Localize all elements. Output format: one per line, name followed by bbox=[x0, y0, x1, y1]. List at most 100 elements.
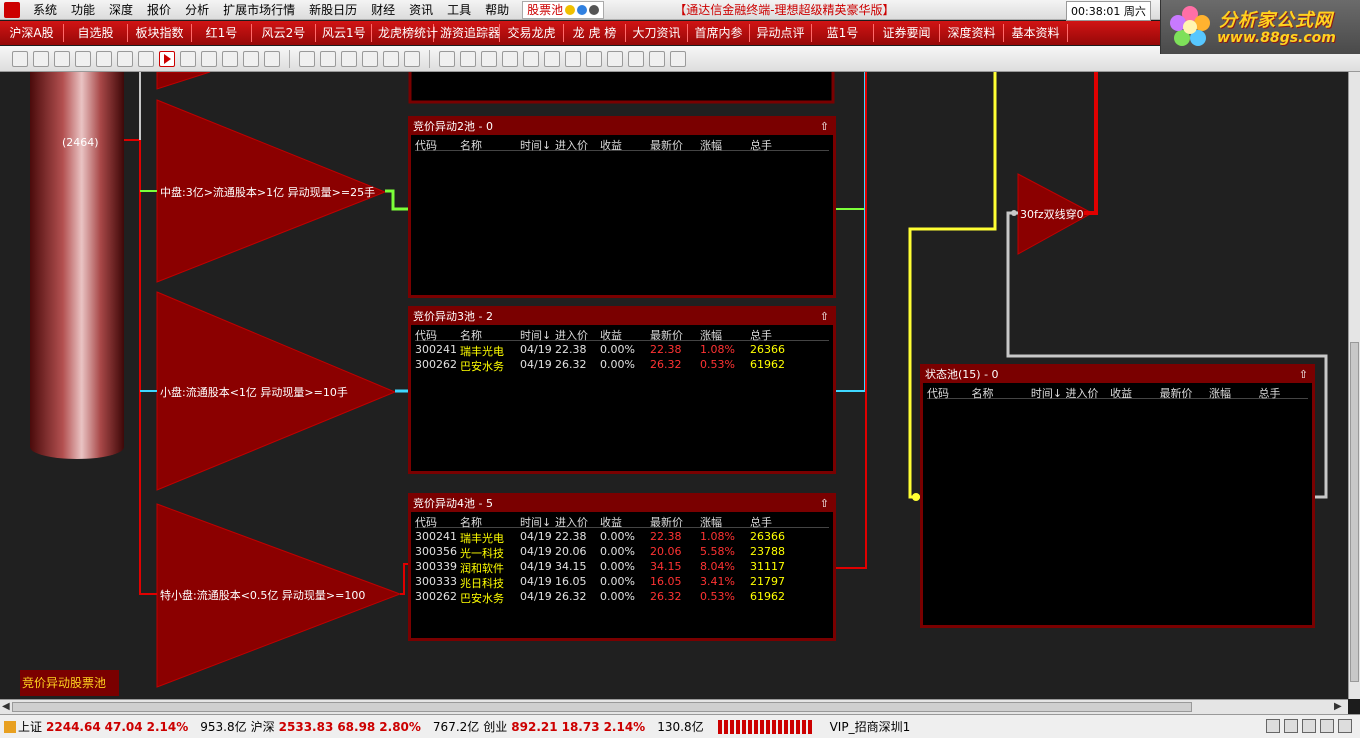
expand-arrow-icon[interactable]: ⇧ bbox=[820, 496, 829, 512]
new-doc-icon[interactable] bbox=[12, 50, 28, 67]
pool-caption[interactable]: 竞价异动股票池 bbox=[20, 670, 119, 696]
diamond-tool-icon[interactable] bbox=[404, 50, 420, 67]
align-center-icon[interactable] bbox=[523, 50, 539, 67]
same-width-icon[interactable] bbox=[628, 50, 644, 67]
col-change[interactable]: 涨幅 bbox=[700, 514, 750, 529]
menu-function[interactable]: 功能 bbox=[64, 1, 102, 18]
pool-panel-4[interactable]: 竞价异动4池 - 5 ⇧ 代码 名称 时间↓ 进入价 收益 最新价 涨幅 总手 … bbox=[408, 493, 836, 641]
status-pool-panel[interactable]: 状态池(15) - 0 ⇧ 代码 名称 时间↓ 进入价 收益 最新价 涨幅 总手 bbox=[920, 364, 1315, 628]
col-volume[interactable]: 总手 bbox=[750, 327, 800, 342]
pool-dot-2-icon[interactable] bbox=[577, 4, 588, 15]
menu-info[interactable]: 资讯 bbox=[402, 1, 440, 18]
align-bottom-icon[interactable] bbox=[607, 50, 623, 67]
group-tool-icon[interactable] bbox=[264, 50, 280, 67]
flow-canvas[interactable]: (2464) 中盘:3亿>流通股本>1亿 异动现量>=25手 小盘:流通股本<1… bbox=[0, 72, 1348, 699]
col-last[interactable]: 最新价 bbox=[650, 327, 700, 342]
node-micro-cap[interactable]: 特小盘:流通股本<0.5亿 异动现量>=100 bbox=[160, 587, 365, 603]
network-icon[interactable] bbox=[1320, 719, 1334, 733]
col-code[interactable]: 代码 bbox=[415, 327, 460, 342]
pointer-tool-icon[interactable] bbox=[159, 50, 175, 67]
help-icon[interactable] bbox=[1338, 719, 1352, 733]
tab-fengyun-2[interactable]: 风云2号 bbox=[252, 24, 316, 42]
arrow-tool-icon[interactable] bbox=[243, 50, 259, 67]
pause-icon[interactable] bbox=[117, 50, 133, 67]
tab-lhb-stats[interactable]: 龙虎榜统计 bbox=[372, 24, 438, 42]
tab-anomaly-review[interactable]: 异动点评 bbox=[750, 24, 812, 42]
menu-help[interactable]: 帮助 bbox=[478, 1, 516, 18]
col-return[interactable]: 收益 bbox=[600, 137, 650, 152]
tab-sector-index[interactable]: 板块指数 bbox=[128, 24, 192, 42]
col-return[interactable]: 收益 bbox=[1110, 385, 1159, 400]
text-tool-icon[interactable] bbox=[299, 50, 315, 67]
pool-panel-2[interactable]: 竞价异动2池 - 0 ⇧ 代码 名称 时间↓ 进入价 收益 最新价 涨幅 总手 bbox=[408, 116, 836, 298]
col-time[interactable]: 时间↓ bbox=[520, 327, 555, 342]
tab-lhb[interactable]: 龙 虎 榜 bbox=[564, 24, 626, 42]
col-code[interactable]: 代码 bbox=[415, 137, 460, 152]
scroll-left-icon[interactable]: ◀ bbox=[2, 701, 10, 712]
rect-tool-icon[interactable] bbox=[341, 50, 357, 67]
align-left-icon[interactable] bbox=[502, 50, 518, 67]
col-time[interactable]: 时间↓ bbox=[520, 514, 555, 529]
expand-arrow-icon[interactable]: ⇧ bbox=[820, 119, 829, 135]
horizontal-scroll-thumb[interactable] bbox=[12, 702, 1192, 712]
list-tool-icon[interactable] bbox=[201, 50, 217, 67]
table-row[interactable]: 300241 瑞丰光电 04/19 22.38 0.00% 22.38 1.08… bbox=[415, 530, 829, 545]
table-row[interactable]: 300262 巴安水务 04/19 26.32 0.00% 26.32 0.53… bbox=[415, 590, 829, 605]
pool-dot-3-icon[interactable] bbox=[589, 4, 600, 15]
node-small-cap[interactable]: 小盘:流通股本<1亿 异动现量>=10手 bbox=[160, 384, 348, 400]
rounded-rect-tool-icon[interactable] bbox=[362, 50, 378, 67]
window-icon[interactable] bbox=[1266, 719, 1280, 733]
source-cylinder[interactable] bbox=[30, 72, 124, 459]
menu-analysis[interactable]: 分析 bbox=[178, 1, 216, 18]
col-time[interactable]: 时间↓ bbox=[1031, 385, 1066, 400]
align-right-icon[interactable] bbox=[544, 50, 560, 67]
delete-icon[interactable] bbox=[75, 50, 91, 67]
scroll-right-icon[interactable]: ▶ bbox=[1334, 701, 1342, 712]
tab-depth-data[interactable]: 深度资料 bbox=[940, 24, 1004, 42]
col-volume[interactable]: 总手 bbox=[750, 137, 800, 152]
col-volume[interactable]: 总手 bbox=[1259, 385, 1308, 400]
tab-hs-a-shares[interactable]: 沪深A股 bbox=[0, 24, 64, 42]
message-icon[interactable] bbox=[1302, 719, 1316, 733]
col-change[interactable]: 涨幅 bbox=[700, 137, 750, 152]
pool-dot-1-icon[interactable] bbox=[565, 4, 576, 15]
menu-ext-market[interactable]: 扩展市场行情 bbox=[216, 1, 302, 18]
table-row[interactable]: 300262 巴安水务 04/19 26.32 0.00% 26.32 0.53… bbox=[415, 358, 829, 373]
same-size-icon[interactable] bbox=[670, 50, 686, 67]
col-name[interactable]: 名称 bbox=[972, 385, 1031, 400]
col-name[interactable]: 名称 bbox=[460, 137, 520, 152]
col-last[interactable]: 最新价 bbox=[650, 514, 700, 529]
ellipse-tool-icon[interactable] bbox=[383, 50, 399, 67]
menu-system[interactable]: 系统 bbox=[26, 1, 64, 18]
stop-icon[interactable] bbox=[138, 50, 154, 67]
menu-tools[interactable]: 工具 bbox=[440, 1, 478, 18]
col-name[interactable]: 名称 bbox=[460, 327, 520, 342]
fill-icon[interactable] bbox=[460, 50, 476, 67]
col-last[interactable]: 最新价 bbox=[650, 137, 700, 152]
col-change[interactable]: 涨幅 bbox=[700, 327, 750, 342]
col-entry[interactable]: 进入价 bbox=[555, 514, 600, 529]
vertical-scroll-thumb[interactable] bbox=[1350, 342, 1359, 682]
tab-trade-lhb[interactable]: 交易龙虎 bbox=[500, 24, 564, 42]
pool-panel-3[interactable]: 竞价异动3池 - 2 ⇧ 代码 名称 时间↓ 进入价 收益 最新价 涨幅 总手 … bbox=[408, 306, 836, 474]
menu-ipo-calendar[interactable]: 新股日历 bbox=[302, 1, 364, 18]
table-row[interactable]: 300333 兆日科技 04/19 16.05 0.00% 16.05 3.41… bbox=[415, 575, 829, 590]
line-tool-icon[interactable] bbox=[320, 50, 336, 67]
col-last[interactable]: 最新价 bbox=[1160, 385, 1209, 400]
table-row[interactable]: 300241 瑞丰光电 04/19 22.38 0.00% 22.38 1.08… bbox=[415, 343, 829, 358]
col-entry[interactable]: 进入价 bbox=[555, 327, 600, 342]
tab-watchlist[interactable]: 自选股 bbox=[64, 24, 128, 42]
play-icon[interactable] bbox=[96, 50, 112, 67]
circle-tool-icon[interactable] bbox=[180, 50, 196, 67]
col-return[interactable]: 收益 bbox=[600, 514, 650, 529]
menu-finance[interactable]: 财经 bbox=[364, 1, 402, 18]
stock-pool-tab[interactable]: 股票池 bbox=[522, 0, 605, 19]
col-return[interactable]: 收益 bbox=[600, 327, 650, 342]
col-entry[interactable]: 进入价 bbox=[1066, 385, 1111, 400]
tab-chief-internal[interactable]: 首席内参 bbox=[688, 24, 750, 42]
tab-basic-data[interactable]: 基本资料 bbox=[1004, 24, 1068, 42]
col-code[interactable]: 代码 bbox=[927, 385, 972, 400]
tab-securities-news[interactable]: 证券要闻 bbox=[874, 24, 940, 42]
open-folder-icon[interactable] bbox=[33, 50, 49, 67]
node-30fz-cross[interactable]: 30fz双线穿0 bbox=[1020, 206, 1084, 222]
